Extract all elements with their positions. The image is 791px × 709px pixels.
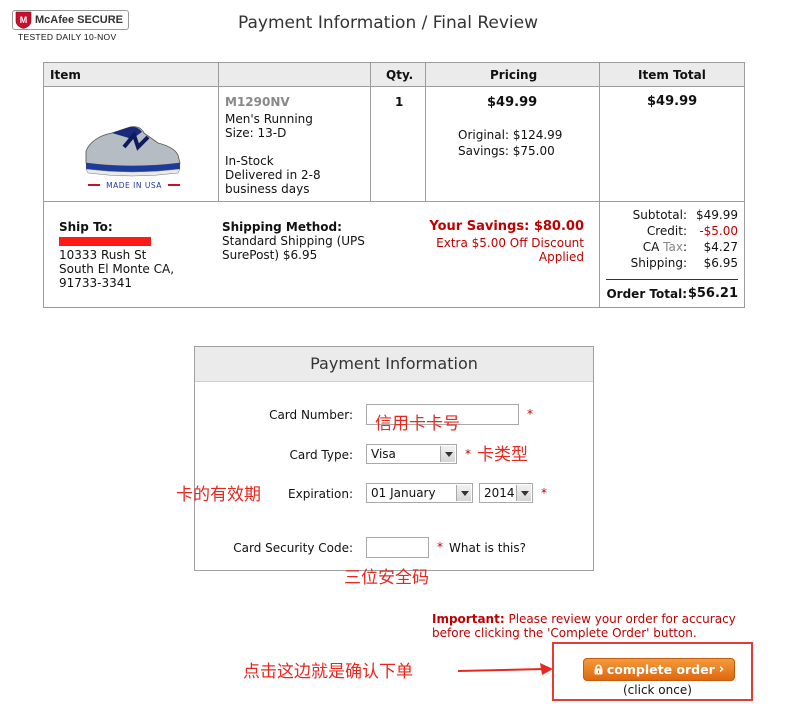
tax-value: $4.27: [703, 240, 738, 254]
expiration-month-select[interactable]: 01 January: [366, 483, 473, 503]
mcafee-secure-badge[interactable]: M McAfee SECURE TESTED DAILY 10-NOV: [12, 10, 132, 44]
order-summary-table: Item Qty. Pricing Item Total MADE IN USA…: [43, 62, 745, 308]
delivery-estimate: Delivered in 2-8: [225, 168, 321, 182]
divider: [425, 63, 426, 202]
table-header: Item Qty. Pricing Item Total: [44, 63, 744, 87]
click-once-note: (click once): [623, 683, 692, 697]
chevron-right-icon: ›: [718, 662, 725, 677]
shipping-method-label: Shipping Method:: [222, 220, 342, 234]
required-mark: *: [465, 447, 471, 461]
shipping-method-value: Standard Shipping (UPS: [222, 234, 365, 248]
header-item-total: Item Total: [638, 68, 706, 82]
important-note: Important: Please review your order for …: [432, 612, 772, 640]
product-sku[interactable]: M1290NV: [225, 95, 290, 109]
delivery-estimate: business days: [225, 182, 310, 196]
redacted-name: [59, 237, 151, 246]
shipping-label: Shipping:: [630, 256, 687, 270]
tax-label: CA Tax:: [642, 240, 687, 254]
card-type-value: Visa: [371, 447, 396, 461]
your-savings: Your Savings: $80.00: [429, 219, 584, 234]
divider: [44, 201, 744, 202]
divider: [218, 63, 219, 202]
security-code-label: Card Security Code:: [233, 541, 353, 555]
expiration-month-value: 01 January: [371, 486, 436, 500]
ship-to-address: South El Monte CA,: [59, 262, 175, 276]
mcafee-subtitle: TESTED DAILY 10-NOV: [18, 32, 117, 42]
annotation-expiration: 卡的有效期: [176, 485, 261, 505]
tax-link[interactable]: Tax: [663, 240, 683, 254]
mcafee-brand: McAfee SECURE: [35, 14, 124, 26]
shipping-method-value: SurePost) $6.95: [222, 248, 318, 262]
important-label: Important:: [432, 612, 505, 626]
product-image[interactable]: MADE IN USA: [72, 99, 192, 199]
card-number-label: Card Number:: [269, 408, 353, 422]
required-mark: *: [527, 407, 533, 421]
what-is-this-link[interactable]: What is this?: [449, 541, 526, 555]
subtotal-label: Subtotal:: [632, 208, 687, 222]
expiration-year-select[interactable]: 2014: [479, 483, 533, 503]
annotation-complete-order: 点击这边就是确认下单: [243, 662, 413, 682]
expiration-year-value: 2014: [484, 486, 515, 500]
chevron-down-icon: [456, 485, 471, 501]
chevron-down-icon: [516, 485, 531, 501]
header-item: Item: [50, 68, 81, 82]
annotation-card-type: 卡类型: [477, 445, 528, 465]
arrow-icon: [458, 663, 553, 675]
card-type-label: Card Type:: [289, 448, 354, 462]
product-size: Size: 13-D: [225, 126, 287, 140]
ship-to-address: 91733-3341: [59, 276, 133, 290]
stock-status: In-Stock: [225, 154, 274, 168]
order-total-value: $56.21: [687, 286, 738, 301]
mcafee-shield-icon: M: [15, 11, 32, 29]
header-pricing: Pricing: [490, 68, 538, 82]
savings-amount: Savings: $75.00: [458, 144, 555, 158]
divider: [370, 63, 371, 202]
credit-label: Credit:: [646, 224, 687, 238]
totals-divider: [606, 279, 738, 280]
price-value: $49.99: [487, 95, 538, 110]
svg-text:M: M: [20, 15, 28, 25]
order-total-label: Order Total:: [606, 287, 687, 301]
original-price: Original: $124.99: [458, 128, 563, 142]
shipping-value: $6.95: [703, 256, 738, 270]
product-name: Men's Running: [225, 112, 313, 126]
credit-value: -$5.00: [699, 224, 738, 238]
made-in-usa-caption: MADE IN USA: [106, 181, 162, 190]
discount-note: Extra $5.00 Off Discount: [436, 236, 584, 250]
card-type-select[interactable]: Visa: [366, 444, 457, 464]
expiration-label: Expiration:: [288, 487, 353, 501]
tax-state: CA: [642, 240, 660, 254]
required-mark: *: [541, 486, 547, 500]
quantity-value: 1: [395, 95, 404, 109]
item-total-value: $49.99: [647, 94, 698, 109]
annotation-card-number: 信用卡卡号: [375, 414, 460, 434]
complete-order-button[interactable]: complete order ›: [583, 658, 735, 681]
chevron-down-icon: [440, 446, 455, 462]
subtotal-value: $49.99: [696, 208, 738, 222]
page-title: Payment Information / Final Review: [238, 13, 539, 33]
lock-icon: [594, 664, 603, 675]
payment-title: Payment Information: [195, 347, 593, 382]
payment-information-panel: Payment Information Card Number: * Card …: [194, 346, 594, 571]
security-code-input[interactable]: [366, 537, 429, 558]
discount-note: Applied: [538, 250, 584, 264]
complete-order-label: complete order: [606, 662, 715, 677]
annotation-security-code: 三位安全码: [344, 568, 429, 588]
ship-to-address: 10333 Rush St: [59, 248, 147, 262]
header-qty: Qty.: [386, 68, 414, 82]
divider: [599, 63, 600, 307]
ship-to-label: Ship To:: [59, 220, 113, 234]
required-mark: *: [437, 540, 443, 554]
